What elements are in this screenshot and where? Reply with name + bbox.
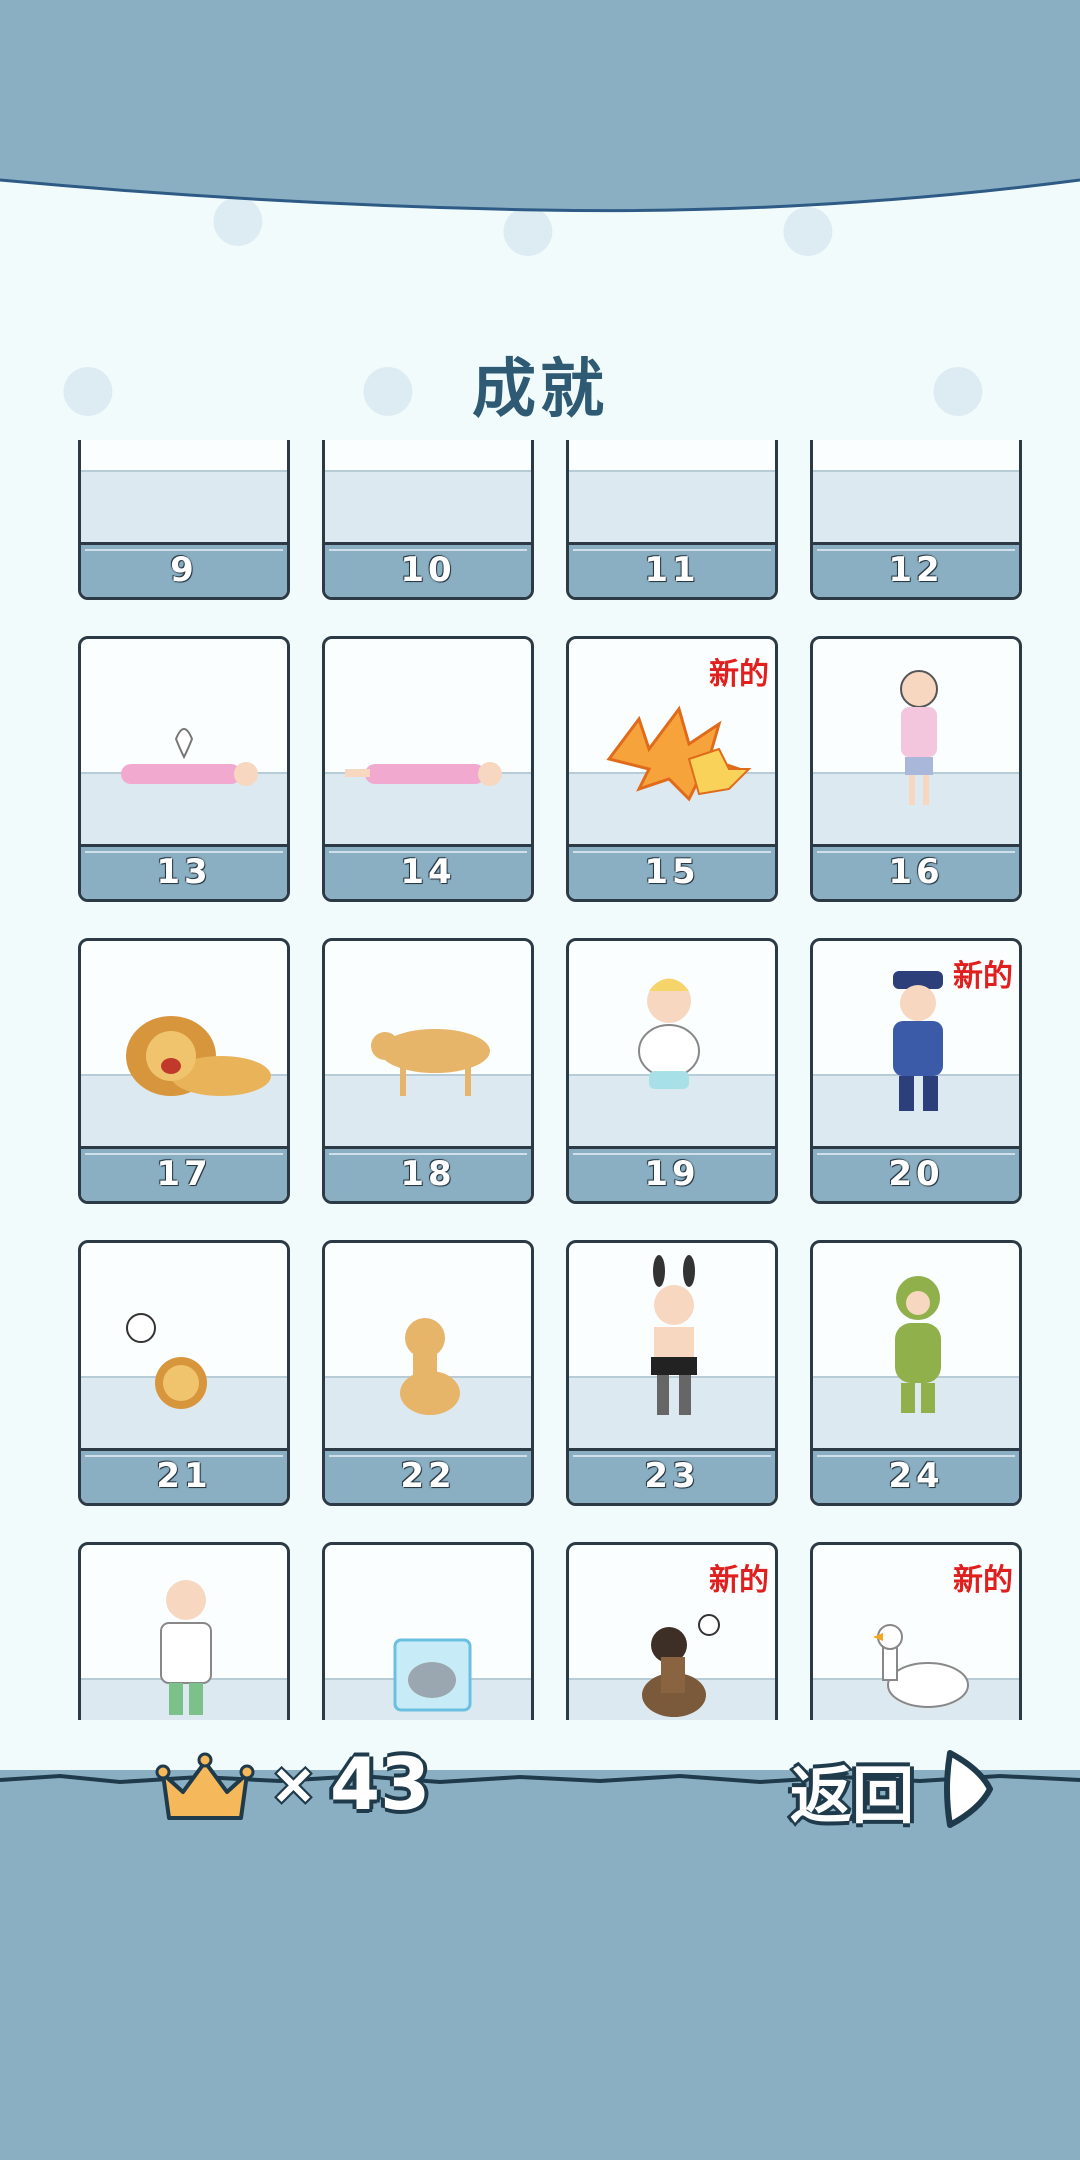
crown-count: 43 — [330, 1742, 431, 1826]
achievement-card-9[interactable]: 9 — [78, 440, 290, 600]
achievement-card-10[interactable]: 10 — [322, 440, 534, 600]
card-number: 15 — [569, 844, 775, 899]
boy-bunny-costume-icon — [651, 1255, 697, 1415]
achievement-card-25[interactable]: 25 — [78, 1542, 290, 1720]
card-floor — [325, 470, 531, 547]
dog-walking-icon — [371, 1029, 490, 1096]
card-number: 20 — [813, 1146, 1019, 1201]
achievement-card-21[interactable]: 21 — [78, 1240, 290, 1506]
boy-crying-running-icon — [638, 978, 700, 1089]
card-number: 12 — [813, 542, 1019, 597]
card-number: 21 — [81, 1448, 287, 1503]
back-button[interactable]: 返回 — [790, 1745, 1010, 1835]
cat-frozen-icon — [393, 1638, 472, 1712]
page-title: 成就 — [472, 353, 608, 427]
card-number: 11 — [569, 542, 775, 597]
achievement-grid[interactable]: 9101112131415新的1617181920新的2122232425262… — [60, 440, 1040, 1720]
new-badge: 新的 — [953, 959, 1013, 994]
arrow-right-icon — [944, 1750, 993, 1828]
card-number: 19 — [569, 1146, 775, 1201]
achievement-card-28[interactable]: 28新的 — [810, 1542, 1022, 1720]
achievement-card-15[interactable]: 15 新的 — [566, 636, 778, 902]
girl-sweating-icon — [900, 670, 938, 805]
green-costume-icon — [895, 1276, 941, 1413]
back-label: 返回 — [790, 1759, 915, 1832]
card-number: 23 — [569, 1448, 775, 1503]
small-lion-confused-icon — [126, 1313, 207, 1409]
doctor-icon — [160, 1580, 212, 1715]
achievement-card-27[interactable]: 27新的 — [566, 1542, 778, 1720]
girl-lying-ghost-icon — [121, 728, 258, 786]
card-floor — [81, 470, 287, 547]
card-number: 22 — [325, 1448, 531, 1503]
wave-divider-top — [0, 150, 1080, 213]
card-number: 13 — [81, 844, 287, 899]
achievement-card-13[interactable]: 13 — [78, 636, 290, 902]
card-floor — [569, 470, 775, 547]
achievement-card-14[interactable]: 14 — [322, 636, 534, 902]
achievement-card-22[interactable]: 22 — [322, 1240, 534, 1506]
card-number: 14 — [325, 844, 531, 899]
achievement-card-11[interactable]: 11 — [566, 440, 778, 600]
card-number: 16 — [813, 844, 1019, 899]
card-number: 18 — [325, 1146, 531, 1201]
achievement-card-24[interactable]: 24 — [810, 1240, 1022, 1506]
achievement-card-19[interactable]: 19 — [566, 938, 778, 1204]
new-badge: 新的 — [709, 657, 769, 692]
achievement-card-12[interactable]: 12 — [810, 440, 1022, 600]
card-floor — [813, 470, 1019, 547]
achievement-card-26[interactable]: 26 — [322, 1542, 534, 1720]
multiply-sign: × — [270, 1752, 317, 1817]
achievement-card-17[interactable]: 17 — [78, 938, 290, 1204]
achievement-card-23[interactable]: 23 — [566, 1240, 778, 1506]
new-badge: 新的 — [953, 1563, 1013, 1598]
card-number: 17 — [81, 1146, 287, 1201]
card-number: 10 — [325, 542, 531, 597]
card-number: 9 — [81, 542, 287, 597]
card-number: 24 — [813, 1448, 1019, 1503]
achievement-card-18[interactable]: 18 — [322, 938, 534, 1204]
dog-sitting-icon — [400, 1318, 460, 1415]
crown-icon — [155, 1752, 255, 1820]
achievement-card-20[interactable]: 20 新的 — [810, 938, 1022, 1204]
lion-roaring-icon — [126, 1016, 271, 1096]
new-badge: 新的 — [709, 1563, 769, 1598]
achievement-card-16[interactable]: 16 — [810, 636, 1022, 902]
girl-lying-icon — [345, 762, 502, 786]
